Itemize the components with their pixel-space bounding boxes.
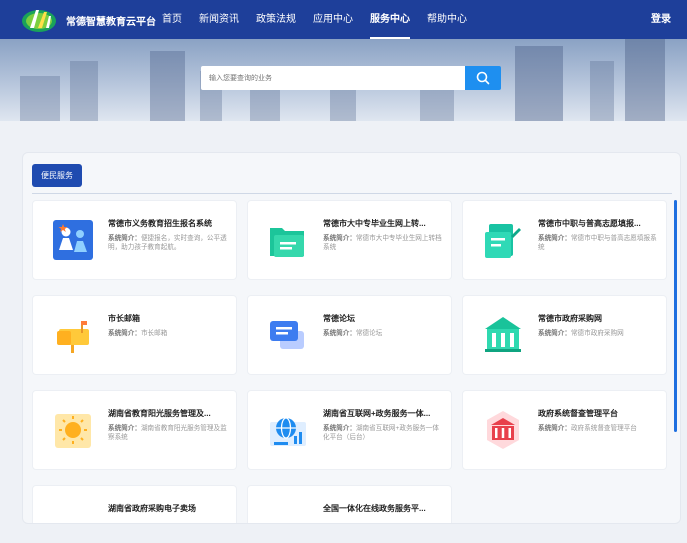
menu-item-help[interactable]: 帮助中心 bbox=[427, 0, 467, 39]
card-description: 系统简介：湖南省教育阳光服务管理及监察系统 bbox=[108, 425, 227, 441]
search-input[interactable] bbox=[201, 66, 465, 90]
service-card-changde-forum[interactable]: 常德论坛 系统简介：常德论坛 bbox=[247, 295, 452, 375]
login-link[interactable]: 登录 bbox=[651, 0, 671, 39]
chat-icon bbox=[270, 321, 304, 349]
menu-item-news[interactable]: 新闻资讯 bbox=[199, 0, 239, 39]
tab-convenience-service[interactable]: 便民服务 bbox=[32, 164, 82, 187]
main-menu: 首页 新闻资讯 政策法规 应用中心 服务中心 帮助中心 bbox=[162, 0, 484, 39]
bank-icon bbox=[487, 411, 519, 449]
service-card-supervision[interactable]: 政府系统督查管理平台 系统简介：政府系统督查管理平台 bbox=[462, 390, 667, 470]
service-card-national-platform[interactable]: 全国一体化在线政务服务平... bbox=[247, 485, 452, 524]
card-title: 湖南省政府采购电子卖场 bbox=[108, 504, 196, 513]
folder-icon bbox=[270, 228, 304, 257]
menu-item-policy[interactable]: 政策法规 bbox=[256, 0, 296, 39]
service-card-graduate-transfer[interactable]: 常德市大中专毕业生网上转... 系统简介：常德市大中专毕业生网上转档系统 bbox=[247, 200, 452, 280]
card-title: 常德市大中专毕业生网上转... bbox=[323, 219, 426, 228]
card-description: 系统简介：政府系统督查管理平台 bbox=[538, 425, 637, 432]
service-panel: 便民服务 常德市义务教育招生报名系统 系统简介：便捷报名，实时查询，公平透明，助… bbox=[22, 152, 681, 524]
card-description: 系统简介：常德市大中专毕业生网上转档系统 bbox=[323, 235, 442, 251]
card-title: 常德市政府采购网 bbox=[538, 314, 602, 323]
card-title: 常德论坛 bbox=[323, 314, 355, 323]
card-title: 政府系统督查管理平台 bbox=[538, 409, 618, 418]
service-card-education-sunshine[interactable]: 湖南省教育阳光服务管理及... 系统简介：湖南省教育阳光服务管理及监察系统 bbox=[32, 390, 237, 470]
service-card-internet-gov[interactable]: 湖南省互联网+政务服务一体... 系统简介：湖南省互联网+政务服务一体化平台（后… bbox=[247, 390, 452, 470]
service-card-volunteer-fill[interactable]: 常德市中职与普高志愿填报... 系统简介：常德市中职与普高志愿填报系统 bbox=[462, 200, 667, 280]
card-title: 湖南省互联网+政务服务一体... bbox=[323, 409, 431, 418]
service-card-gov-procurement[interactable]: 常德市政府采购网 系统简介：常德市政府采购网 bbox=[462, 295, 667, 375]
card-title: 湖南省教育阳光服务管理及... bbox=[108, 409, 211, 418]
panel-scrollbar[interactable] bbox=[674, 200, 677, 432]
service-card-procurement-mall[interactable]: 湖南省政府采购电子卖场 bbox=[32, 485, 237, 524]
service-card-enrollment[interactable]: 常德市义务教育招生报名系统 系统简介：便捷报名，实时查询，公平透明，助力孩子教育… bbox=[32, 200, 237, 280]
card-title: 常德市中职与普高志愿填报... bbox=[538, 219, 641, 228]
government-building-icon bbox=[485, 317, 521, 352]
card-title: 常德市义务教育招生报名系统 bbox=[108, 219, 212, 228]
card-description: 系统简介：湖南省互联网+政务服务一体化平台（后台） bbox=[323, 425, 439, 441]
menu-item-service[interactable]: 服务中心 bbox=[370, 0, 410, 39]
card-description: 系统简介：常德市政府采购网 bbox=[538, 330, 624, 337]
card-description: 系统简介：市长邮箱 bbox=[108, 330, 168, 337]
search-bar bbox=[201, 66, 501, 90]
logo-icon[interactable] bbox=[20, 4, 58, 35]
menu-item-home[interactable]: 首页 bbox=[162, 0, 182, 39]
site-name[interactable]: 常德智慧教育云平台 bbox=[66, 13, 156, 28]
card-description: 系统简介：常德市中职与普高志愿填报系统 bbox=[538, 235, 657, 251]
card-title: 全国一体化在线政务服务平... bbox=[323, 504, 426, 513]
family-icon bbox=[53, 220, 93, 260]
service-card-mayor-mailbox[interactable]: 市长邮箱 系统简介：市长邮箱 bbox=[32, 295, 237, 375]
card-title: 市长邮箱 bbox=[108, 314, 140, 323]
search-button[interactable] bbox=[465, 66, 501, 90]
menu-item-apps[interactable]: 应用中心 bbox=[313, 0, 353, 39]
mailbox-icon bbox=[57, 321, 89, 353]
card-description: 系统简介：常德论坛 bbox=[323, 330, 383, 337]
form-icon bbox=[485, 224, 521, 258]
store-icon bbox=[51, 503, 95, 524]
globe-icon bbox=[270, 417, 306, 446]
tab-divider bbox=[32, 193, 672, 194]
sun-icon bbox=[55, 414, 91, 448]
service-icon bbox=[266, 503, 310, 524]
card-description: 系统简介：便捷报名，实时查询，公平透明，助力孩子教育起航。 bbox=[108, 235, 227, 251]
search-icon bbox=[476, 71, 490, 85]
top-nav: 常德智慧教育云平台 首页 新闻资讯 政策法规 应用中心 服务中心 帮助中心 登录 bbox=[0, 0, 687, 39]
